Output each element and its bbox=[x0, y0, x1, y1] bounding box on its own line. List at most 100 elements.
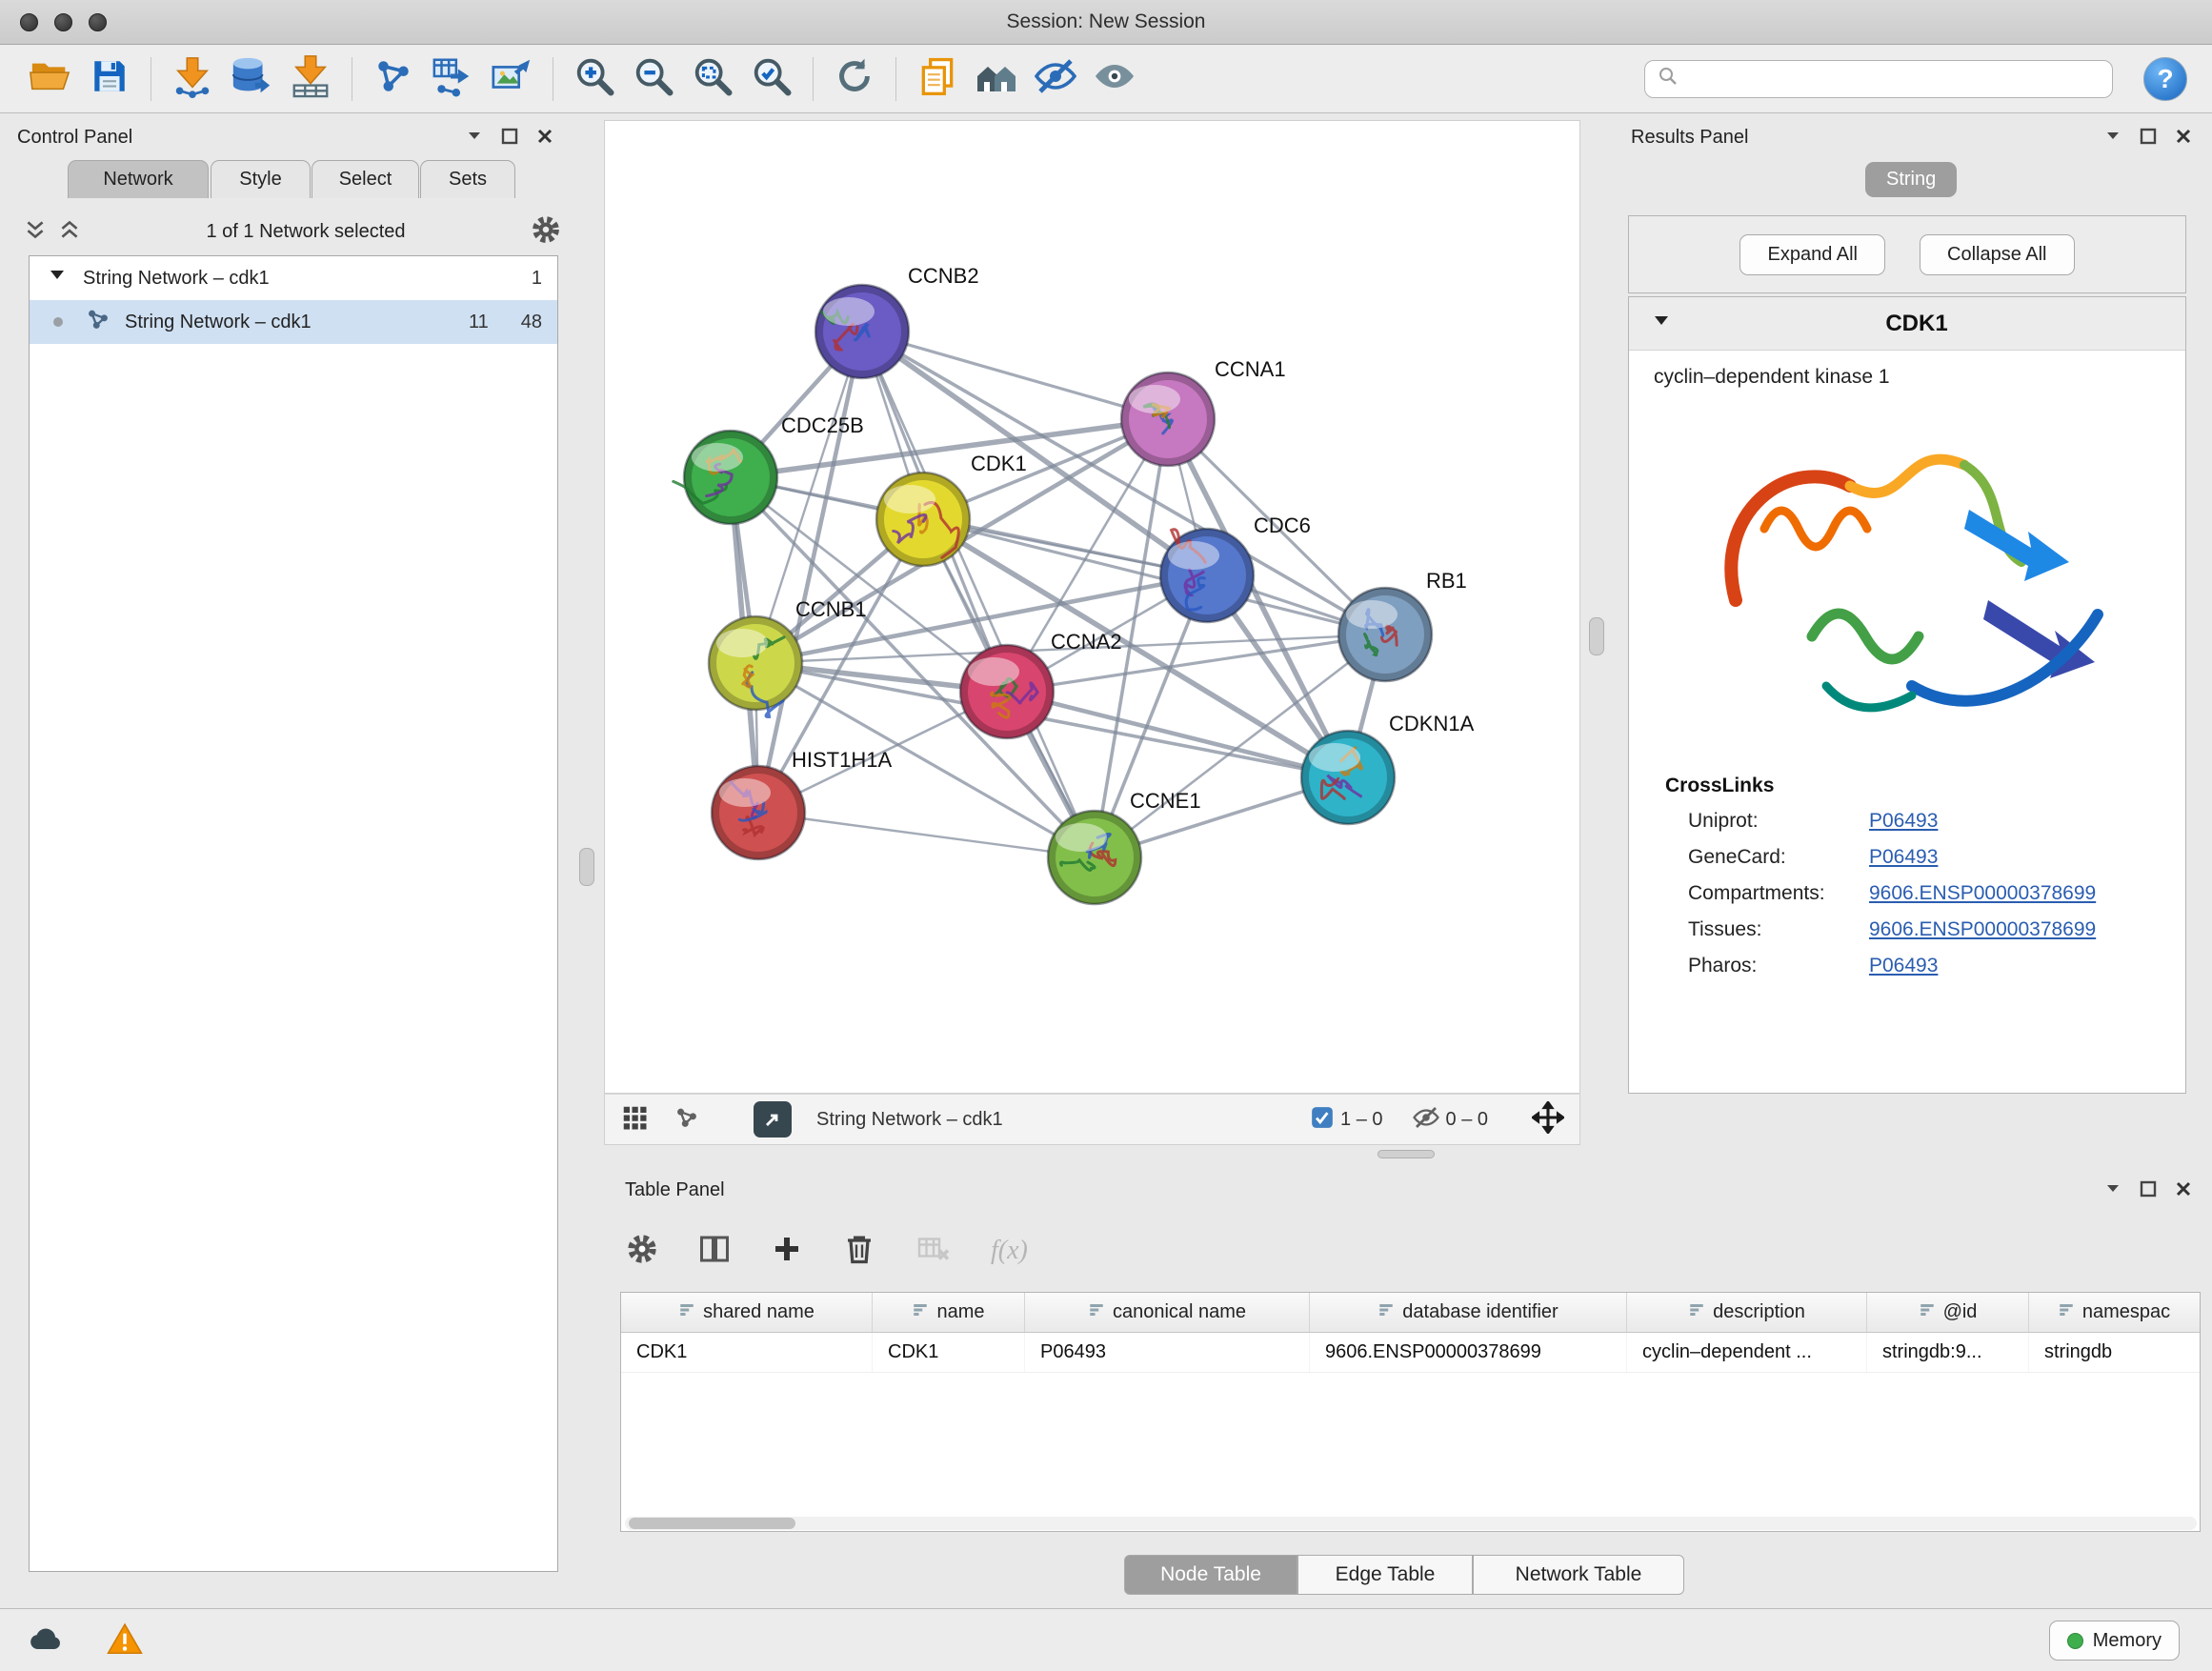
tab-select[interactable]: Select bbox=[312, 160, 419, 198]
tab-network[interactable]: Network bbox=[68, 160, 209, 198]
horizontal-scrollbar[interactable] bbox=[625, 1517, 2197, 1530]
table-cell[interactable]: CDK1 bbox=[621, 1333, 873, 1372]
column-header[interactable]: @id bbox=[1867, 1293, 2029, 1332]
import-network-icon bbox=[171, 54, 214, 103]
gene-collapse-triangle-icon[interactable] bbox=[1652, 312, 1671, 335]
scrollbar-thumb[interactable] bbox=[629, 1518, 795, 1529]
help-button[interactable]: ? bbox=[2143, 57, 2187, 101]
tab-sets[interactable]: Sets bbox=[420, 160, 515, 198]
column-header[interactable]: description bbox=[1627, 1293, 1867, 1332]
column-attribute-icon bbox=[1088, 1301, 1105, 1324]
warning-icon[interactable] bbox=[107, 1621, 143, 1662]
import-table-button[interactable] bbox=[281, 50, 340, 108]
expand-all-button[interactable]: Expand All bbox=[1739, 234, 1885, 275]
float-panel-icon[interactable] bbox=[2140, 1180, 2157, 1202]
export-image-button[interactable] bbox=[482, 50, 541, 108]
zoom-in-button[interactable] bbox=[565, 50, 624, 108]
open-folder-icon bbox=[29, 54, 72, 103]
network-from-table-button[interactable] bbox=[423, 50, 482, 108]
network-row[interactable]: String Network – cdk1 11 48 bbox=[30, 300, 557, 344]
crosslink-link[interactable]: 9606.ENSP00000378699 bbox=[1869, 918, 2096, 941]
crosshair-move-icon[interactable] bbox=[1532, 1101, 1564, 1138]
horizontal-splitter-handle[interactable] bbox=[1377, 1150, 1435, 1158]
table-cell[interactable]: 9606.ENSP00000378699 bbox=[1310, 1333, 1627, 1372]
refresh-button[interactable] bbox=[825, 50, 884, 108]
network-collection-row[interactable]: String Network – cdk1 1 bbox=[30, 256, 557, 300]
table-cell[interactable]: CDK1 bbox=[873, 1333, 1025, 1372]
open-session-button[interactable] bbox=[21, 50, 80, 108]
collapse-panel-icon[interactable] bbox=[2103, 1179, 2122, 1203]
memory-button[interactable]: Memory bbox=[2049, 1621, 2180, 1661]
save-session-button[interactable] bbox=[80, 50, 139, 108]
table-cell[interactable]: P06493 bbox=[1025, 1333, 1310, 1372]
birds-eye-grid-icon[interactable] bbox=[620, 1103, 649, 1137]
zoom-window-button[interactable] bbox=[89, 13, 107, 31]
zoom-fit-button[interactable] bbox=[683, 50, 742, 108]
open-in-new-window-button[interactable] bbox=[754, 1101, 792, 1137]
column-header[interactable]: namespac bbox=[2029, 1293, 2199, 1332]
table-row[interactable]: CDK1 CDK1 P06493 9606.ENSP00000378699 cy… bbox=[621, 1333, 2200, 1373]
hide-selected-button[interactable] bbox=[1026, 50, 1085, 108]
collapse-panel-icon[interactable] bbox=[2103, 127, 2122, 151]
zoom-selected-button[interactable] bbox=[742, 50, 801, 108]
table-cell[interactable]: cyclin–dependent ... bbox=[1627, 1333, 1867, 1372]
show-all-button[interactable] bbox=[1085, 50, 1144, 108]
tab-edge-table[interactable]: Edge Table bbox=[1297, 1555, 1473, 1595]
network-share-small-icon[interactable] bbox=[674, 1104, 700, 1136]
network-canvas[interactable]: CCNB2CCNA1CDC25BCDK1CDC6RB1CCNB1CCNA2CDK… bbox=[605, 121, 1579, 1093]
cloud-icon[interactable] bbox=[27, 1621, 65, 1663]
crosslink-link[interactable]: P06493 bbox=[1869, 810, 1938, 833]
search-input[interactable] bbox=[1687, 68, 2101, 90]
collapse-all-chevron-icon[interactable] bbox=[57, 217, 82, 247]
database-icon bbox=[230, 54, 273, 103]
tab-string[interactable]: String bbox=[1865, 162, 1957, 197]
selected-checkbox-icon[interactable] bbox=[1310, 1105, 1335, 1135]
float-panel-icon[interactable] bbox=[501, 128, 518, 150]
column-header[interactable]: shared name bbox=[621, 1293, 873, 1332]
expand-all-chevron-icon[interactable] bbox=[23, 217, 48, 247]
minimize-window-button[interactable] bbox=[54, 13, 72, 31]
tree-expand-triangle-icon[interactable] bbox=[49, 267, 66, 290]
column-header[interactable]: database identifier bbox=[1310, 1293, 1627, 1332]
tab-network-table[interactable]: Network Table bbox=[1473, 1555, 1684, 1595]
tab-style[interactable]: Style bbox=[211, 160, 311, 198]
vertical-splitter-handle[interactable] bbox=[579, 848, 594, 886]
collapse-panel-icon[interactable] bbox=[465, 127, 484, 151]
collapse-all-button[interactable]: Collapse All bbox=[1920, 234, 2075, 275]
zoom-out-button[interactable] bbox=[624, 50, 683, 108]
zoom-out-icon bbox=[632, 54, 675, 103]
crosslink-link[interactable]: P06493 bbox=[1869, 955, 1938, 977]
gene-header[interactable]: CDK1 bbox=[1629, 297, 2185, 351]
import-network-file-button[interactable] bbox=[163, 50, 222, 108]
copy-documents-button[interactable] bbox=[908, 50, 967, 108]
search-box[interactable] bbox=[1644, 60, 2113, 98]
delete-table-icon bbox=[915, 1232, 953, 1271]
network-view[interactable]: CCNB2CCNA1CDC25BCDK1CDC6RB1CCNB1CCNA2CDK… bbox=[604, 120, 1580, 1094]
vertical-splitter-handle[interactable] bbox=[1589, 617, 1604, 655]
toolbar-separator bbox=[895, 57, 896, 101]
crosslink-link[interactable]: P06493 bbox=[1869, 846, 1938, 869]
table-settings-gear-icon[interactable] bbox=[625, 1232, 659, 1271]
close-panel-icon[interactable] bbox=[535, 127, 554, 151]
column-header[interactable]: canonical name bbox=[1025, 1293, 1310, 1332]
column-header[interactable]: name bbox=[873, 1293, 1025, 1332]
show-columns-icon[interactable] bbox=[697, 1232, 732, 1271]
table-cell[interactable]: stringdb:9... bbox=[1867, 1333, 2029, 1372]
add-column-plus-icon[interactable] bbox=[770, 1232, 804, 1271]
close-panel-icon[interactable] bbox=[2174, 1179, 2193, 1203]
delete-column-trash-icon[interactable] bbox=[842, 1232, 876, 1271]
title-bar: Session: New Session bbox=[0, 0, 2212, 45]
svg-text:CDK1: CDK1 bbox=[971, 452, 1027, 475]
control-panel-window-buttons bbox=[465, 127, 554, 151]
float-panel-icon[interactable] bbox=[2140, 128, 2157, 150]
first-neighbors-button[interactable] bbox=[967, 50, 1026, 108]
close-window-button[interactable] bbox=[20, 13, 38, 31]
close-panel-icon[interactable] bbox=[2174, 127, 2193, 151]
hidden-eye-slash-icon[interactable] bbox=[1412, 1103, 1440, 1137]
new-network-button[interactable] bbox=[364, 50, 423, 108]
gear-icon[interactable] bbox=[530, 213, 562, 251]
tab-node-table[interactable]: Node Table bbox=[1124, 1555, 1297, 1595]
import-network-database-button[interactable] bbox=[222, 50, 281, 108]
table-cell[interactable]: stringdb bbox=[2029, 1333, 2199, 1372]
crosslink-link[interactable]: 9606.ENSP00000378699 bbox=[1869, 882, 2096, 905]
